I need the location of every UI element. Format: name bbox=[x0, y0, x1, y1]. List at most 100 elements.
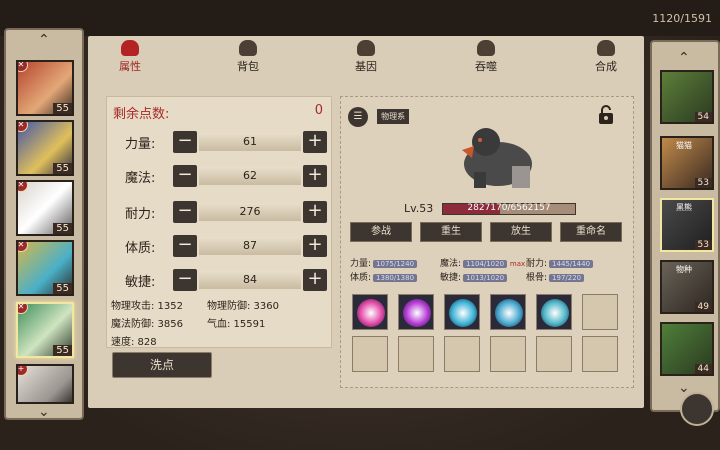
lock-icon[interactable] bbox=[596, 104, 616, 126]
stat-label: 力量: bbox=[125, 137, 156, 152]
hero-slot-1[interactable]: ✕ 55 bbox=[16, 60, 74, 116]
stat-label: 力量: bbox=[350, 259, 372, 269]
empty-skill-slot[interactable] bbox=[490, 336, 526, 372]
stat-value: 1075/1240 bbox=[373, 260, 418, 268]
detail-strength: 力量: 1075/1240 bbox=[350, 256, 418, 269]
hp-stat: 气血: 15591 bbox=[207, 319, 266, 330]
tab-devour[interactable]: 吞噬 bbox=[456, 40, 516, 74]
remaining-points-label: 剩余点数: bbox=[113, 107, 170, 122]
stat-label: 根骨: bbox=[526, 273, 548, 283]
top-bar: 1120/1591 bbox=[0, 0, 720, 36]
devour-icon bbox=[477, 40, 495, 56]
skill-slot[interactable] bbox=[490, 294, 526, 330]
empty-skill-slot[interactable] bbox=[352, 336, 388, 372]
pet-slot-4[interactable]: 物种 49 bbox=[660, 260, 714, 314]
stat-value: 1445/1440 bbox=[549, 260, 594, 268]
skill-slot[interactable] bbox=[536, 294, 572, 330]
release-button[interactable]: 放生 bbox=[490, 222, 552, 242]
stat-value: 87 bbox=[199, 237, 301, 255]
increase-button[interactable]: + bbox=[303, 165, 327, 187]
empty-skill-slot[interactable] bbox=[398, 336, 434, 372]
stat-row-constitution: 体质: − 87 + bbox=[107, 233, 333, 259]
right-pet-roster[interactable]: ⌃ 54 猫猫 53 黑熊 53 物种 49 44 ⌄ bbox=[650, 40, 720, 412]
tab-backpack[interactable]: 背包 bbox=[218, 40, 278, 74]
craft-icon bbox=[597, 40, 615, 56]
rename-button[interactable]: 重命名 bbox=[560, 222, 622, 242]
decrease-button[interactable]: − bbox=[173, 201, 197, 223]
attribute-panel: 剩余点数: 0 力量: − 61 + 魔法: − 62 + 耐力: − 276 … bbox=[106, 96, 332, 348]
stat-value: 276 bbox=[199, 203, 301, 221]
stat-value: 61 bbox=[199, 133, 301, 151]
flame-icon bbox=[121, 40, 139, 56]
pet-level: 53 bbox=[694, 240, 712, 250]
stat-value: 84 bbox=[199, 271, 301, 289]
pet-hp-bar: 2827170/6562157 bbox=[442, 203, 576, 215]
empty-skill-slot[interactable] bbox=[536, 336, 572, 372]
hero-slot-4[interactable]: ✕ 55 bbox=[16, 240, 74, 296]
max-tag: max bbox=[509, 260, 526, 268]
swap-icon[interactable] bbox=[680, 392, 714, 426]
stat-value: 1013/1020 bbox=[463, 274, 508, 282]
speed-stat: 速度: 828 bbox=[111, 337, 157, 348]
tab-craft[interactable]: 合成 bbox=[576, 40, 636, 74]
pet-level: Lv.53 bbox=[404, 202, 434, 215]
deploy-button[interactable]: 参战 bbox=[350, 222, 412, 242]
detail-agility: 敏捷: 1013/1020 bbox=[440, 270, 508, 283]
tab-label: 属性 bbox=[119, 60, 141, 73]
skill-slot[interactable] bbox=[444, 294, 480, 330]
increase-button[interactable]: + bbox=[303, 201, 327, 223]
rebirth-button[interactable]: 重生 bbox=[420, 222, 482, 242]
stat-label: 魔法: bbox=[125, 171, 156, 186]
decrease-button[interactable]: − bbox=[173, 269, 197, 291]
stat-value: 1380/1380 bbox=[373, 274, 418, 282]
list-icon[interactable]: ☰ bbox=[348, 106, 368, 127]
tab-label: 基因 bbox=[355, 60, 377, 73]
stat-value: 197/220 bbox=[549, 274, 585, 282]
decrease-button[interactable]: − bbox=[173, 131, 197, 153]
tab-label: 合成 bbox=[595, 60, 617, 73]
skill-slot[interactable] bbox=[352, 294, 388, 330]
stat-label: 敏捷: bbox=[440, 273, 462, 283]
pet-name: 物种 bbox=[676, 265, 692, 274]
stat-label: 耐力: bbox=[526, 259, 548, 269]
scroll-up-icon[interactable]: ⌃ bbox=[678, 50, 690, 66]
hero-slot-6[interactable]: + bbox=[16, 364, 74, 404]
pet-name: 猫猫 bbox=[676, 141, 692, 150]
school-label: 物理系 bbox=[377, 109, 410, 124]
scroll-up-icon[interactable]: ⌃ bbox=[38, 32, 50, 48]
pet-slot-2[interactable]: 猫猫 53 bbox=[660, 136, 714, 190]
empty-skill-slot[interactable] bbox=[582, 294, 618, 330]
skill-gem-icon bbox=[541, 299, 569, 327]
skill-slot[interactable] bbox=[398, 294, 434, 330]
decrease-button[interactable]: − bbox=[173, 235, 197, 257]
skill-gem-icon bbox=[403, 299, 431, 327]
tab-bar: 属性 背包 基因 吞噬 合成 bbox=[100, 40, 640, 80]
tab-label: 吞噬 bbox=[475, 60, 497, 73]
increase-button[interactable]: + bbox=[303, 131, 327, 153]
hero-level: 55 bbox=[53, 103, 72, 114]
left-hero-roster[interactable]: ⌃ ✕ 55 ✕ 55 ✕ 55 ✕ 55 ✕ 55 + ⌄ bbox=[4, 28, 84, 420]
hero-level: 55 bbox=[53, 163, 72, 174]
hero-slot-5[interactable]: ✕ 55 bbox=[16, 302, 74, 358]
skill-gem-icon bbox=[357, 299, 385, 327]
empty-skill-slot[interactable] bbox=[444, 336, 480, 372]
increase-button[interactable]: + bbox=[303, 269, 327, 291]
pet-slot-5[interactable]: 44 bbox=[660, 322, 714, 376]
pet-slot-1[interactable]: 54 bbox=[660, 70, 714, 124]
tab-attributes[interactable]: 属性 bbox=[100, 40, 160, 74]
skill-gem-icon bbox=[495, 299, 523, 327]
scroll-down-icon[interactable]: ⌄ bbox=[38, 404, 50, 420]
decrease-button[interactable]: − bbox=[173, 165, 197, 187]
mag-defense: 魔法防御: 3856 bbox=[111, 319, 183, 330]
pet-name: 黑熊 bbox=[676, 203, 692, 212]
stat-row-endurance: 耐力: − 276 + bbox=[107, 199, 333, 225]
tab-genes[interactable]: 基因 bbox=[336, 40, 396, 74]
hero-slot-2[interactable]: ✕ 55 bbox=[16, 120, 74, 176]
stat-label: 魔法: bbox=[440, 259, 462, 269]
increase-button[interactable]: + bbox=[303, 235, 327, 257]
reset-points-button[interactable]: 洗点 bbox=[112, 352, 212, 378]
resource-counter: 1120/1591 bbox=[652, 12, 712, 25]
empty-skill-slot[interactable] bbox=[582, 336, 618, 372]
pet-slot-3[interactable]: 黑熊 53 bbox=[660, 198, 714, 252]
hero-slot-3[interactable]: ✕ 55 bbox=[16, 180, 74, 236]
